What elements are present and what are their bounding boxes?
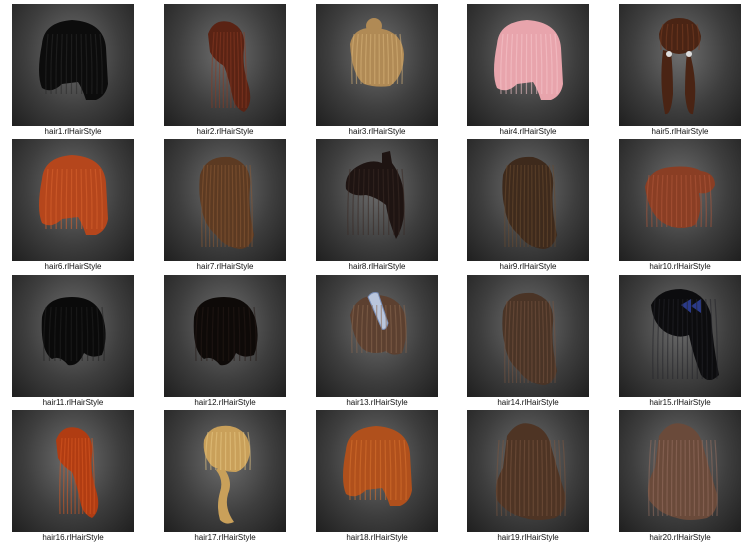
hair-style-label: hair16.rlHairStyle	[42, 533, 104, 542]
hair-style-item[interactable]: hair6.rlHairStyle	[12, 139, 134, 272]
hair-thumbnail-icon[interactable]	[467, 410, 589, 532]
hair-style-item[interactable]: hair13.rlHairStyle	[316, 275, 438, 408]
hair-thumbnail-icon[interactable]	[316, 275, 438, 397]
hair-style-item[interactable]: hair9.rlHairStyle	[467, 139, 589, 272]
hair-style-item[interactable]: hair19.rlHairStyle	[467, 410, 589, 543]
hair-thumbnail-icon[interactable]	[12, 410, 134, 532]
hair-style-item[interactable]: hair20.rlHairStyle	[619, 410, 741, 543]
hair-style-label: hair11.rlHairStyle	[42, 398, 104, 407]
hair-style-item[interactable]: hair7.rlHairStyle	[164, 139, 286, 272]
hair-style-item[interactable]: hair10.rlHairStyle	[619, 139, 741, 272]
hair-style-label: hair14.rlHairStyle	[497, 398, 559, 407]
hair-style-item[interactable]: hair15.rlHairStyle	[619, 275, 741, 408]
hair-style-item[interactable]: hair2.rlHairStyle	[164, 4, 286, 137]
hair-style-item[interactable]: hair4.rlHairStyle	[467, 4, 589, 137]
hair-style-item[interactable]: hair14.rlHairStyle	[467, 275, 589, 408]
hair-style-label: hair18.rlHairStyle	[346, 533, 408, 542]
hair-style-label: hair1.rlHairStyle	[44, 127, 102, 136]
hair-style-grid: hair1.rlHairStyle hair2.rlHairStyle hair3.…	[0, 0, 750, 551]
hair-style-label: hair5.rlHairStyle	[651, 127, 709, 136]
hair-thumbnail-icon[interactable]	[164, 4, 286, 126]
hair-thumbnail-icon[interactable]	[12, 139, 134, 261]
hair-style-item[interactable]: hair1.rlHairStyle	[12, 4, 134, 137]
hair-thumbnail-icon[interactable]	[619, 139, 741, 261]
hair-style-label: hair9.rlHairStyle	[499, 262, 557, 271]
hair-thumbnail-icon[interactable]	[316, 410, 438, 532]
hair-thumbnail-icon[interactable]	[619, 4, 741, 126]
hair-style-label: hair6.rlHairStyle	[44, 262, 102, 271]
hair-style-label: hair17.rlHairStyle	[194, 533, 256, 542]
hair-thumbnail-icon[interactable]	[12, 275, 134, 397]
hair-thumbnail-icon[interactable]	[164, 139, 286, 261]
hair-style-label: hair19.rlHairStyle	[497, 533, 559, 542]
hair-style-label: hair2.rlHairStyle	[196, 127, 254, 136]
hair-style-label: hair4.rlHairStyle	[499, 127, 557, 136]
hair-style-label: hair10.rlHairStyle	[649, 262, 711, 271]
hair-thumbnail-icon[interactable]	[467, 275, 589, 397]
hair-thumbnail-icon[interactable]	[164, 275, 286, 397]
hair-style-item[interactable]: hair8.rlHairStyle	[316, 139, 438, 272]
hair-style-label: hair3.rlHairStyle	[348, 127, 406, 136]
hair-style-label: hair12.rlHairStyle	[194, 398, 256, 407]
hair-style-item[interactable]: hair11.rlHairStyle	[12, 275, 134, 408]
hair-thumbnail-icon[interactable]	[164, 410, 286, 532]
hair-thumbnail-icon[interactable]	[467, 4, 589, 126]
hair-thumbnail-icon[interactable]	[467, 139, 589, 261]
hair-thumbnail-icon[interactable]	[619, 410, 741, 532]
hair-style-item[interactable]: hair16.rlHairStyle	[12, 410, 134, 543]
hair-style-item[interactable]: hair5.rlHairStyle	[619, 4, 741, 137]
hair-style-label: hair13.rlHairStyle	[346, 398, 408, 407]
hair-style-item[interactable]: hair18.rlHairStyle	[316, 410, 438, 543]
hair-thumbnail-icon[interactable]	[316, 139, 438, 261]
hair-thumbnail-icon[interactable]	[316, 4, 438, 126]
hair-style-item[interactable]: hair3.rlHairStyle	[316, 4, 438, 137]
hair-style-label: hair8.rlHairStyle	[348, 262, 406, 271]
hair-style-label: hair20.rlHairStyle	[649, 533, 711, 542]
hair-style-label: hair15.rlHairStyle	[649, 398, 711, 407]
hair-style-label: hair7.rlHairStyle	[196, 262, 254, 271]
hair-thumbnail-icon[interactable]	[619, 275, 741, 397]
hair-thumbnail-icon[interactable]	[12, 4, 134, 126]
hair-style-item[interactable]: hair17.rlHairStyle	[164, 410, 286, 543]
hair-style-item[interactable]: hair12.rlHairStyle	[164, 275, 286, 408]
